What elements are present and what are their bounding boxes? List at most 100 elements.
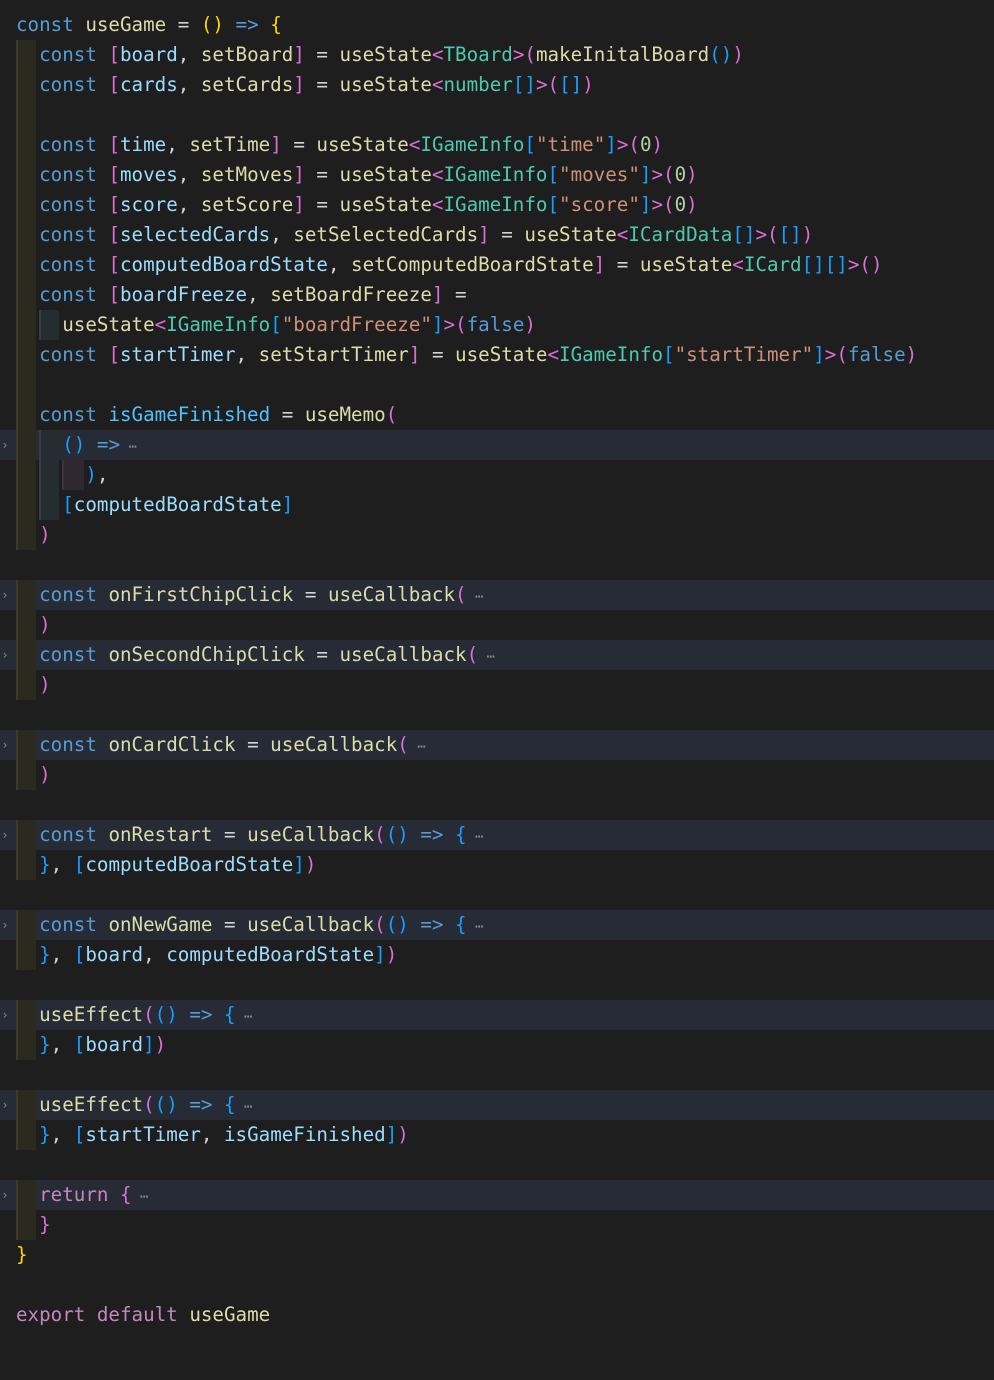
code-token: time [120, 133, 167, 156]
code-line[interactable]: } [0, 1240, 994, 1270]
code-token: ( [524, 43, 536, 66]
fold-chevron-icon[interactable]: › [0, 1090, 10, 1120]
code-line-folded[interactable]: › const onNewGame = useCallback(() => { ⋯ [0, 910, 994, 940]
code-line[interactable] [0, 1150, 994, 1180]
code-token: default [96, 1303, 178, 1326]
code-token: number [443, 73, 513, 96]
code-text: const onFirstChipClick = useCallback( ⋯ [39, 580, 483, 612]
code-token: = [235, 733, 271, 756]
code-line[interactable] [0, 1060, 994, 1090]
indent-guide [16, 1180, 36, 1210]
fold-chevron-icon[interactable]: › [0, 430, 10, 460]
code-token: computedBoardState [85, 853, 294, 876]
code-line[interactable]: }, [computedBoardState]) [0, 850, 994, 880]
code-line[interactable]: const [moves, setMoves] = useState<IGame… [0, 160, 994, 190]
code-line[interactable]: }, [startTimer, isGameFinished]) [0, 1120, 994, 1150]
code-token: ] [143, 1033, 155, 1056]
code-token: , [50, 853, 74, 876]
code-token: ( [709, 43, 721, 66]
code-line[interactable]: const [score, setScore] = useState<IGame… [0, 190, 994, 220]
code-line[interactable]: const [time, setTime] = useState<IGameIn… [0, 130, 994, 160]
code-token: , [235, 343, 259, 366]
code-line-folded[interactable]: › return { ⋯ [0, 1180, 994, 1210]
code-line[interactable] [0, 1270, 994, 1300]
code-line[interactable]: const [board, setBoard] = useState<TBoar… [0, 40, 994, 70]
code-line[interactable]: ) [0, 520, 994, 550]
code-token: ] [478, 223, 490, 246]
code-token: useState [339, 163, 432, 186]
code-line[interactable]: ) [0, 610, 994, 640]
code-line[interactable]: const [selectedCards, setSelectedCards] … [0, 220, 994, 250]
code-line[interactable]: const [startTimer, setStartTimer] = useS… [0, 340, 994, 370]
code-token: [ [559, 73, 571, 96]
code-line-folded[interactable]: › const onCardClick = useCallback( ⋯ [0, 730, 994, 760]
code-token: ) [39, 673, 51, 696]
code-line[interactable]: [computedBoardState] [0, 490, 994, 520]
fold-chevron-icon[interactable]: › [0, 580, 10, 610]
code-line[interactable] [0, 370, 994, 400]
code-token: ] [524, 73, 536, 96]
code-line[interactable]: const [boardFreeze, setBoardFreeze] = [0, 280, 994, 310]
code-token: = [304, 43, 340, 66]
code-line[interactable] [0, 700, 994, 730]
code-token: "score" [559, 193, 640, 216]
code-line-folded[interactable]: › const onRestart = useCallback(() => { ⋯ [0, 820, 994, 850]
code-line[interactable]: export default useGame [0, 1300, 994, 1330]
fold-chevron-icon[interactable]: › [0, 730, 10, 760]
code-line[interactable]: }, [board]) [0, 1030, 994, 1060]
code-editor[interactable]: const useGame = () => {const [board, set… [0, 0, 994, 1380]
fold-chevron-icon[interactable]: › [0, 640, 10, 670]
code-text: const onRestart = useCallback(() => { ⋯ [39, 820, 483, 852]
code-token: = [605, 253, 640, 276]
code-line-folded[interactable]: › useEffect(() => { ⋯ [0, 1090, 994, 1120]
code-line[interactable]: const useGame = () => { [0, 10, 994, 40]
code-token: { [119, 1183, 132, 1206]
code-token: ( [767, 223, 779, 246]
code-token: { [270, 13, 282, 36]
code-token: ] [293, 73, 305, 96]
indent-guide [16, 160, 36, 190]
fold-chevron-icon[interactable]: › [0, 1180, 10, 1210]
code-line[interactable] [0, 790, 994, 820]
code-token: useMemo [304, 403, 386, 426]
code-line[interactable]: ) [0, 760, 994, 790]
code-token: ( [859, 253, 871, 276]
code-token: 0 [674, 163, 687, 186]
code-token: useCallback [270, 733, 398, 756]
code-line-folded[interactable]: › const onSecondChipClick = useCallback( … [0, 640, 994, 670]
code-text: const onSecondChipClick = useCallback( ⋯ [39, 640, 495, 672]
code-line[interactable]: const [cards, setCards] = useState<numbe… [0, 70, 994, 100]
code-token: = [443, 283, 467, 306]
indent-guide [16, 640, 36, 670]
code-line-folded[interactable]: › () => ⋯ [0, 430, 994, 460]
code-token: onCardClick [108, 733, 236, 756]
code-token: < [616, 223, 629, 246]
code-token: ) [720, 43, 733, 66]
code-line-folded[interactable]: › useEffect(() => { ⋯ [0, 1000, 994, 1030]
code-token: setMoves [200, 163, 294, 186]
code-line[interactable]: ) [0, 670, 994, 700]
code-token: ] [293, 163, 305, 186]
code-line[interactable] [0, 100, 994, 130]
code-token: < [431, 163, 444, 186]
code-line[interactable] [0, 550, 994, 580]
code-line[interactable] [0, 880, 994, 910]
code-token: isGameFinished [108, 403, 271, 426]
code-line[interactable]: const isGameFinished = useMemo( [0, 400, 994, 430]
fold-chevron-icon[interactable]: › [0, 820, 10, 850]
code-line[interactable]: ), [0, 460, 994, 490]
code-token: ) [166, 1003, 178, 1026]
code-line[interactable]: useState<IGameInfo["boardFreeze"]>(false… [0, 310, 994, 340]
code-token: ( [374, 823, 386, 846]
fold-chevron-icon[interactable]: › [0, 1000, 10, 1030]
code-line[interactable] [0, 970, 994, 1000]
fold-chevron-icon[interactable]: › [0, 910, 10, 940]
code-line[interactable]: const [computedBoardState, setComputedBo… [0, 250, 994, 280]
code-line[interactable]: } [0, 1210, 994, 1240]
code-line-folded[interactable]: › const onFirstChipClick = useCallback( ⋯ [0, 580, 994, 610]
code-text: }, [computedBoardState]) [39, 850, 316, 880]
code-line[interactable]: }, [board, computedBoardState]) [0, 940, 994, 970]
